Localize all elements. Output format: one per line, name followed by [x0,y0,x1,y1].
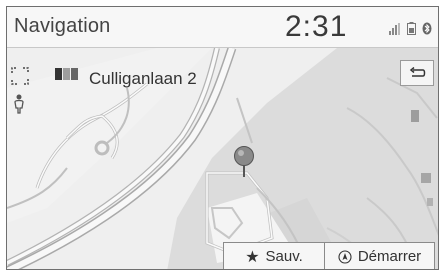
signal-icon [389,23,400,35]
back-button[interactable] [400,60,434,86]
location-pin-icon [234,146,254,177]
back-icon [409,67,426,77]
battery-icon [407,22,416,35]
expand-icon[interactable] [11,67,29,85]
destination-address: Culliganlaan 2 [89,69,197,88]
navigate-icon [338,249,352,264]
action-buttons: ★ Sauv. Démarrer [223,242,435,269]
navigation-screen: Navigation 2:31 Culliganlaan 2 ★ Sauv. D… [6,6,439,270]
status-icons [389,19,432,35]
star-icon: ★ [245,248,260,266]
page-title: Navigation [14,15,111,37]
flag-icon [55,68,78,80]
save-label: Sauv. [265,248,303,265]
start-button[interactable]: Démarrer [325,242,435,269]
save-button[interactable]: ★ Sauv. [223,242,325,269]
route-toolbar: Culliganlaan 2 [7,48,438,92]
person-icon[interactable] [13,94,25,114]
clock: 2:31 [285,10,348,43]
header-bar: Navigation 2:31 [7,7,438,48]
start-label: Démarrer [357,248,422,265]
bluetooth-icon [422,22,432,35]
